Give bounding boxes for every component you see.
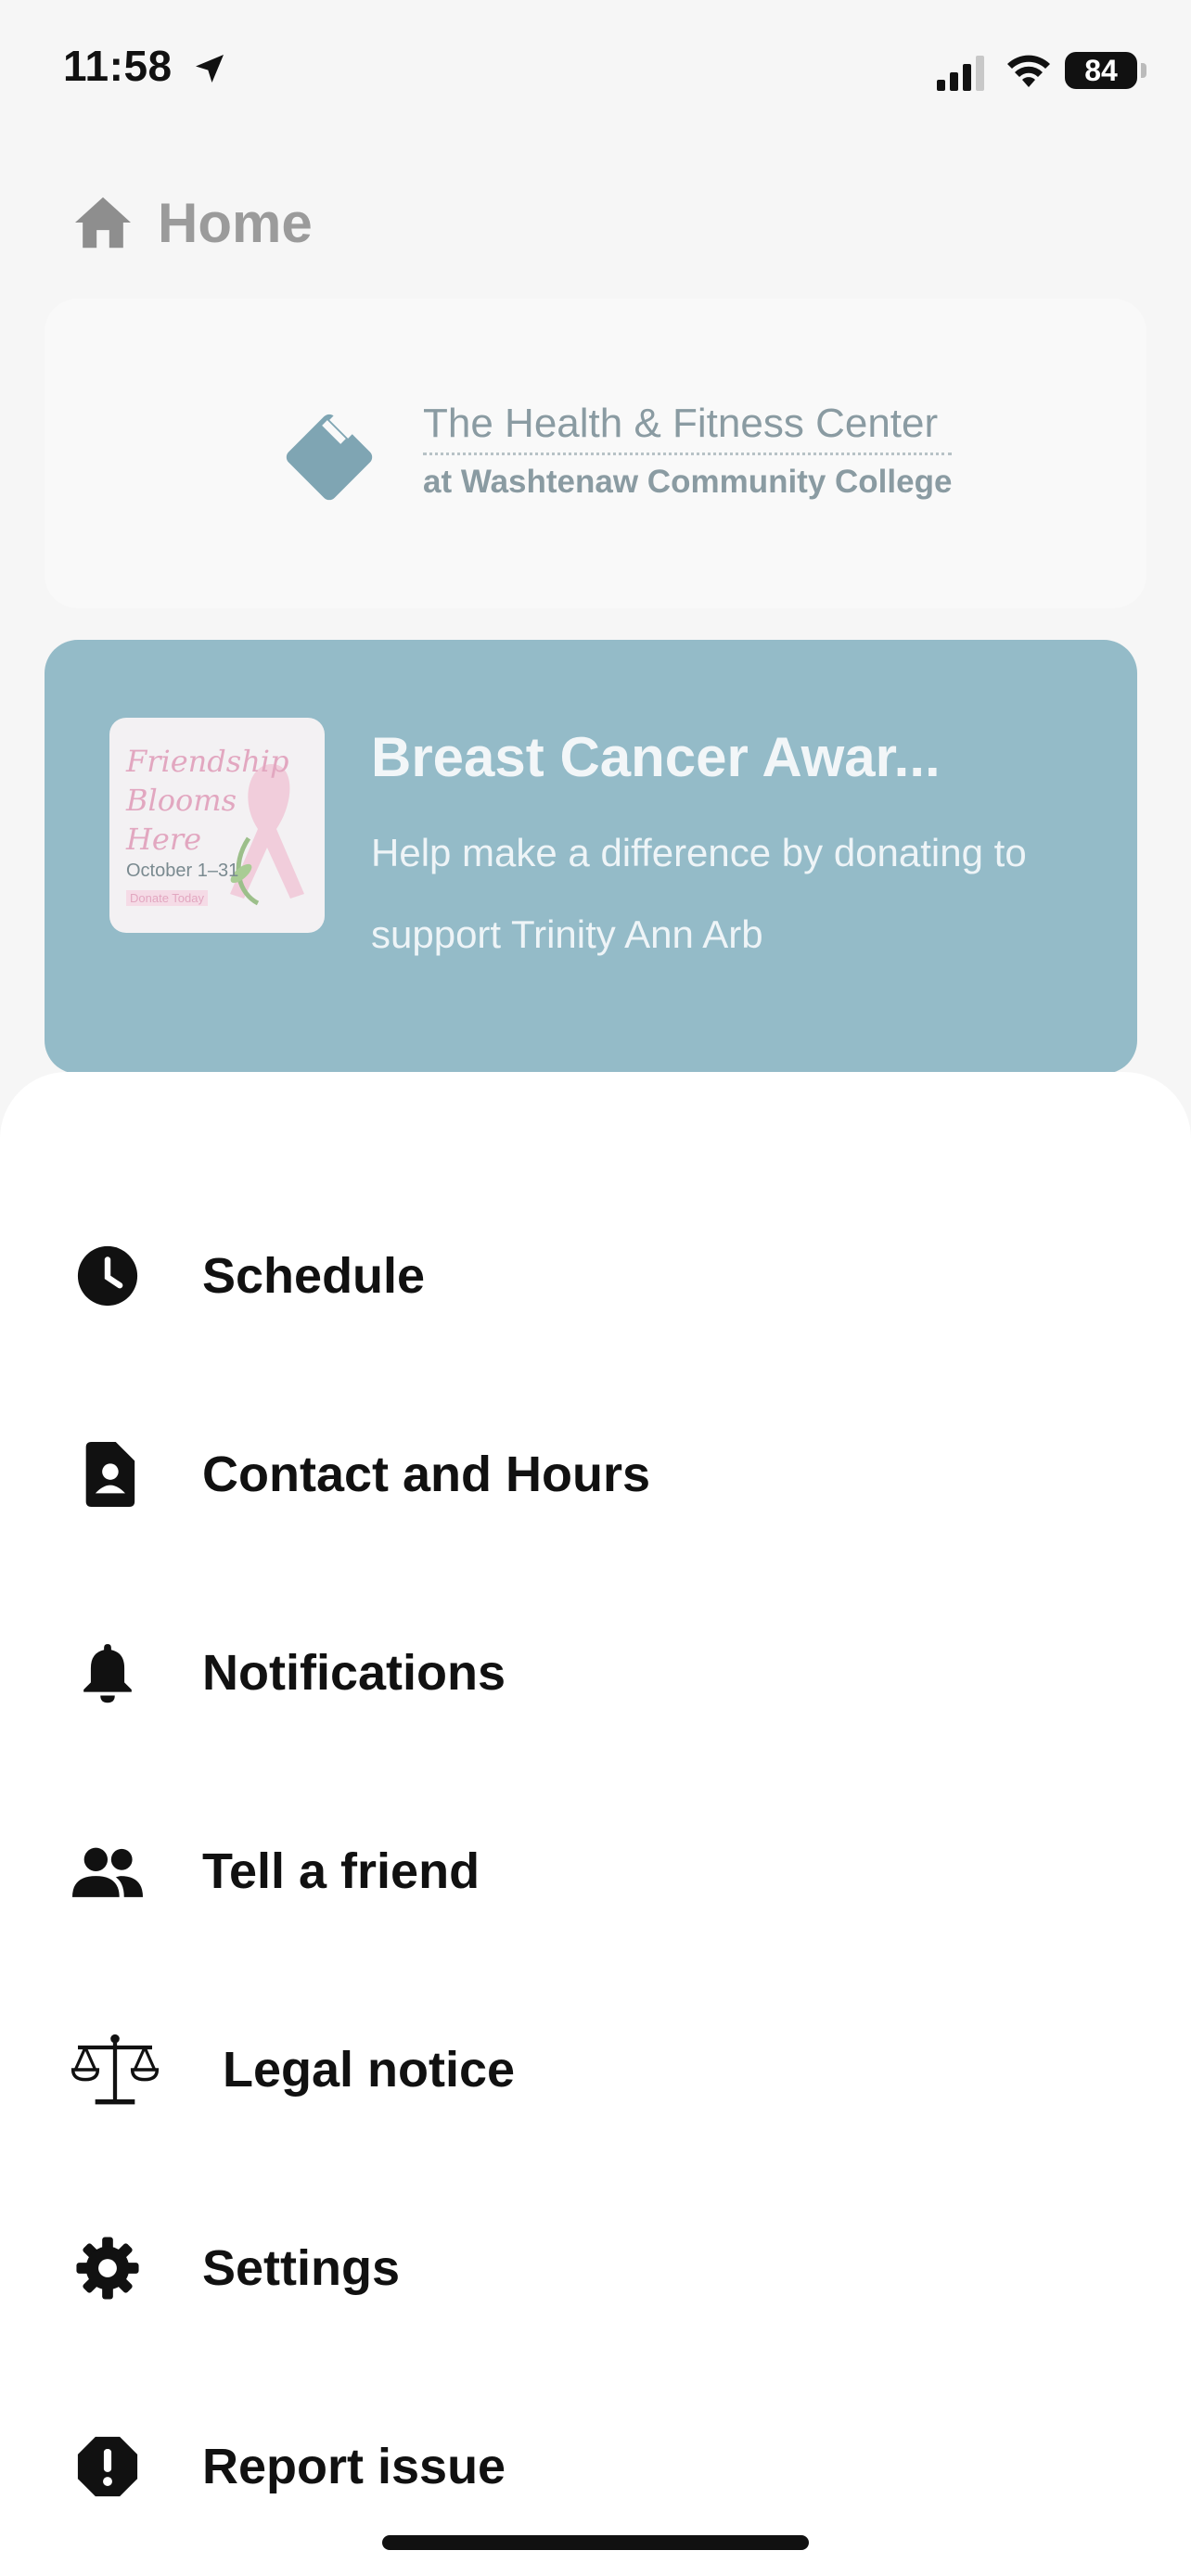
wifi-icon xyxy=(1007,55,1050,87)
menu-label-report-issue: Report issue xyxy=(202,2439,506,2494)
menu-item-tell-friend[interactable]: Tell a friend xyxy=(0,1797,1191,1945)
thumbnail-tag: Donate Today xyxy=(126,890,208,906)
menu-item-legal-notice[interactable]: Legal notice xyxy=(0,1996,1191,2144)
logo-title: The Health & Fitness Center xyxy=(423,401,939,446)
menu-label-contact-hours: Contact and Hours xyxy=(202,1447,651,1502)
promo-thumbnail: Friendship Blooms Here October 1–31 Dona… xyxy=(109,718,325,933)
thumbnail-line2: Blooms xyxy=(126,783,237,818)
status-time: 11:58 xyxy=(63,42,173,90)
menu-item-schedule[interactable]: Schedule xyxy=(0,1202,1191,1350)
thumbnail-line3: Here xyxy=(126,822,202,857)
thumbnail-dates: October 1–31 xyxy=(126,861,239,881)
menu-item-contact-hours[interactable]: Contact and Hours xyxy=(0,1400,1191,1549)
gear-icon xyxy=(70,2231,145,2305)
thumbnail-line1: Friendship xyxy=(126,744,289,779)
contact-card-icon xyxy=(70,1437,145,1511)
menu-label-notifications: Notifications xyxy=(202,1645,506,1701)
fitness-center-logo-icon xyxy=(286,411,373,501)
promo-body: Help make a difference by donating to su… xyxy=(371,831,1027,956)
bell-icon xyxy=(70,1636,145,1710)
battery-cap xyxy=(1141,63,1146,78)
menu-label-schedule: Schedule xyxy=(202,1248,426,1304)
menu-label-tell-friend: Tell a friend xyxy=(202,1843,480,1899)
logo-card: The Health & Fitness Center at Washtenaw… xyxy=(45,299,1146,608)
home-icon xyxy=(75,197,131,249)
clock-icon xyxy=(70,1239,145,1313)
logo-subtitle: at Washtenaw Community College xyxy=(423,464,953,500)
battery-icon: 84 xyxy=(1065,52,1137,89)
page-title: Home xyxy=(158,191,313,254)
page-header: Home xyxy=(72,185,313,260)
menu-label-settings: Settings xyxy=(202,2240,401,2296)
menu-sheet: Schedule Contact and Hours Notifications xyxy=(0,1072,1191,2576)
menu-item-report-issue[interactable]: Report issue xyxy=(0,2392,1191,2541)
menu-item-settings[interactable]: Settings xyxy=(0,2194,1191,2342)
alert-octagon-icon xyxy=(70,2429,145,2504)
signal-icon xyxy=(937,56,984,91)
home-indicator[interactable] xyxy=(382,2535,809,2550)
location-arrow-icon xyxy=(196,55,224,83)
menu-label-legal-notice: Legal notice xyxy=(223,2042,516,2098)
scales-icon xyxy=(69,2033,161,2107)
people-icon xyxy=(70,1834,145,1908)
promo-title: Breast Cancer Awar... xyxy=(371,726,941,788)
menu-item-notifications[interactable]: Notifications xyxy=(0,1599,1191,1747)
status-bar: 11:58 84 xyxy=(0,0,1191,139)
logo-divider xyxy=(423,453,952,455)
promo-card[interactable]: Friendship Blooms Here October 1–31 Dona… xyxy=(45,640,1137,1074)
